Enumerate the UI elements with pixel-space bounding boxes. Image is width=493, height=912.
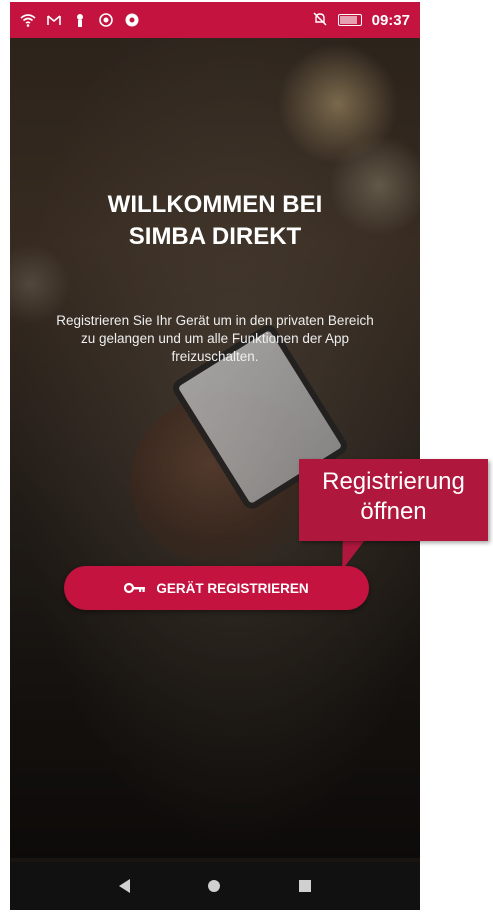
- status-bar: 09:37: [10, 2, 420, 38]
- key-icon: [124, 582, 146, 594]
- dark-overlay: [10, 38, 420, 858]
- recents-icon[interactable]: [298, 880, 311, 892]
- phone-screen: 09:37 WILLKOMMEN BEI SIMBA DIREKT Regist…: [10, 2, 420, 910]
- callout-annotation: Registrierung öffnen: [299, 459, 488, 541]
- callout-line1: Registrierung: [322, 468, 465, 495]
- register-button-label: GERÄT REGISTRIEREN: [156, 580, 309, 596]
- register-device-button[interactable]: GERÄT REGISTRIEREN: [64, 566, 369, 610]
- welcome-title-line2: SIMBA DIREKT: [128, 223, 302, 250]
- welcome-title: WILLKOMMEN BEI SIMBA DIREKT: [10, 189, 420, 253]
- notification-icon: [72, 12, 88, 28]
- gmail-icon: [46, 12, 62, 28]
- mute-icon: [312, 11, 328, 30]
- battery-icon: [337, 14, 362, 26]
- chrome-icon: [124, 12, 140, 28]
- back-icon[interactable]: [119, 879, 131, 893]
- welcome-description: Registrieren Sie Ihr Gerät um in den pri…: [56, 313, 374, 364]
- callout-line2: öffnen: [360, 498, 427, 525]
- status-time: 09:37: [371, 11, 410, 29]
- app-icon: [98, 12, 114, 28]
- wifi-icon: [20, 12, 36, 28]
- welcome-title-line1: WILLKOMMEN BEI: [107, 191, 323, 218]
- navigation-bar: [10, 862, 420, 910]
- home-icon[interactable]: [208, 880, 221, 892]
